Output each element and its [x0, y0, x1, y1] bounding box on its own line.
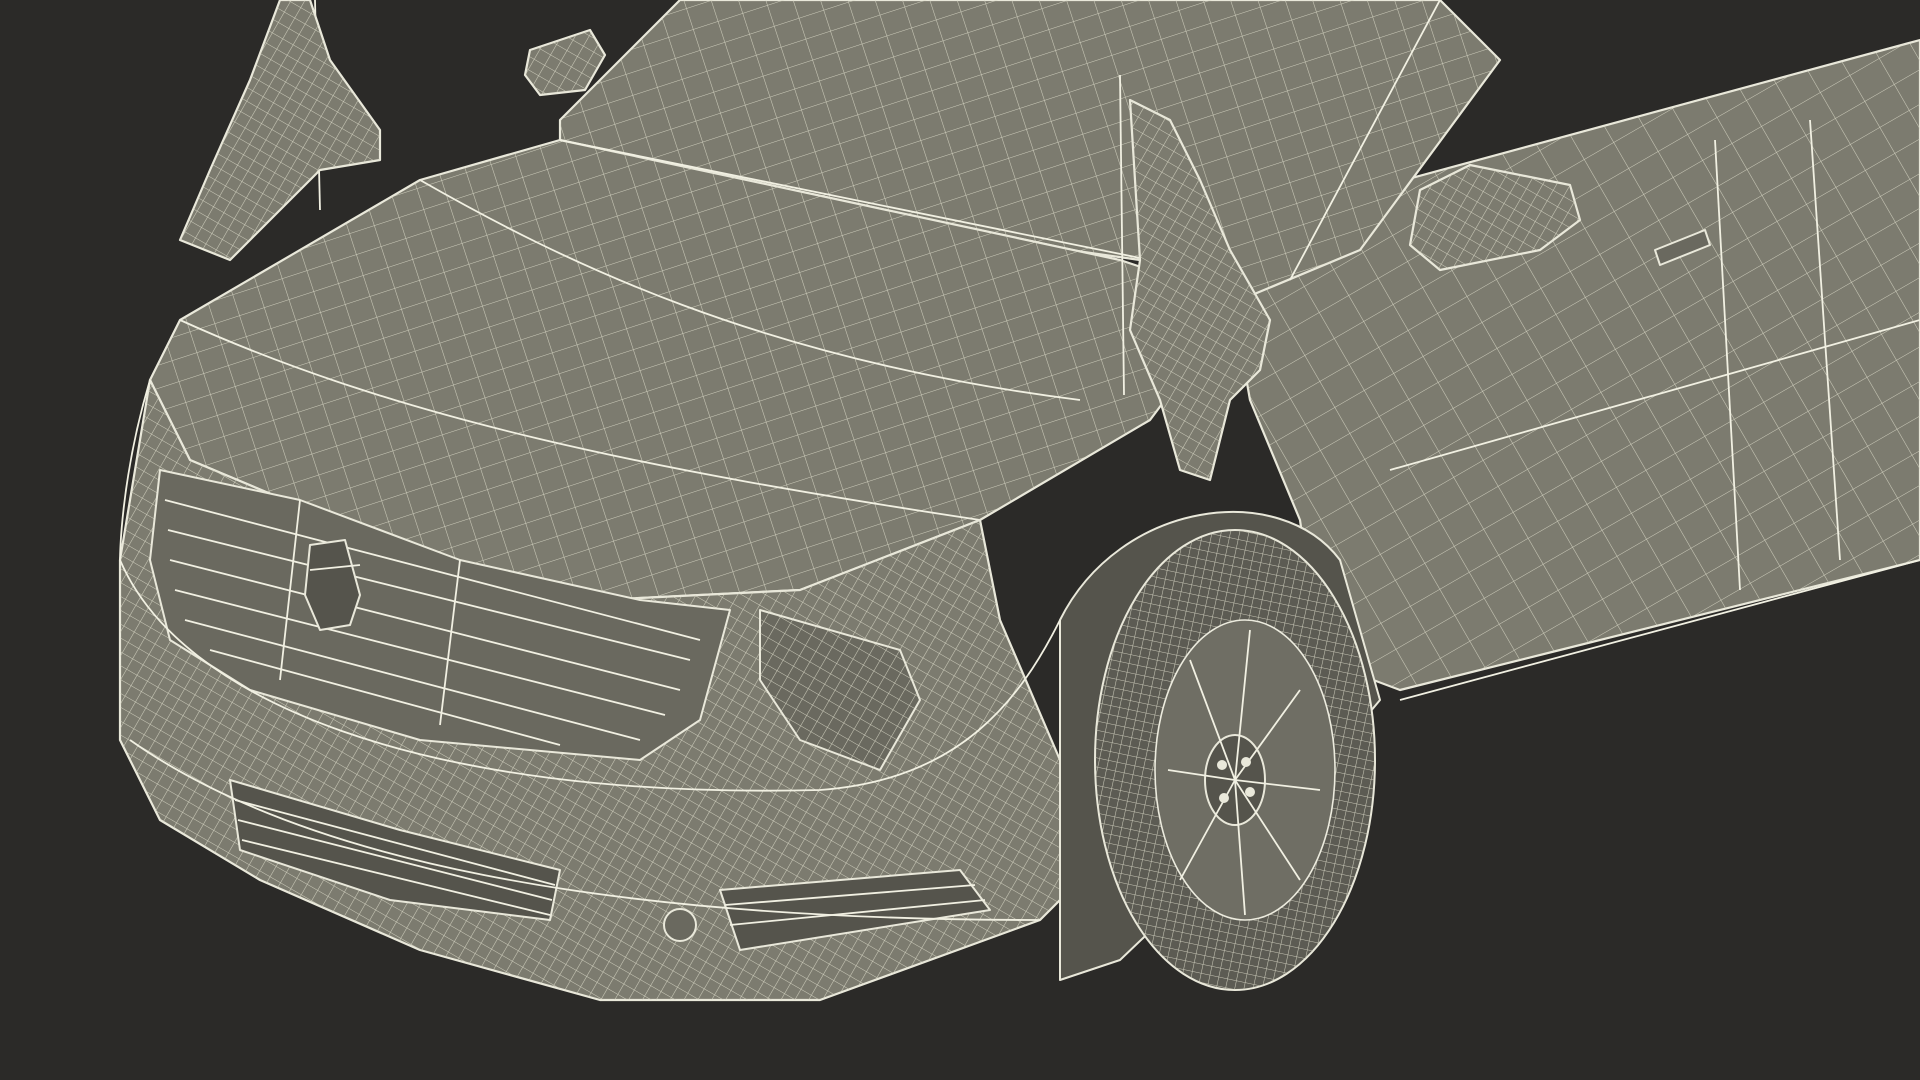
render-viewport — [0, 0, 1920, 1080]
car-top-mirror — [523, 28, 607, 97]
car-wireframe-render — [118, 0, 1920, 1002]
car-front-rim — [1154, 619, 1336, 921]
